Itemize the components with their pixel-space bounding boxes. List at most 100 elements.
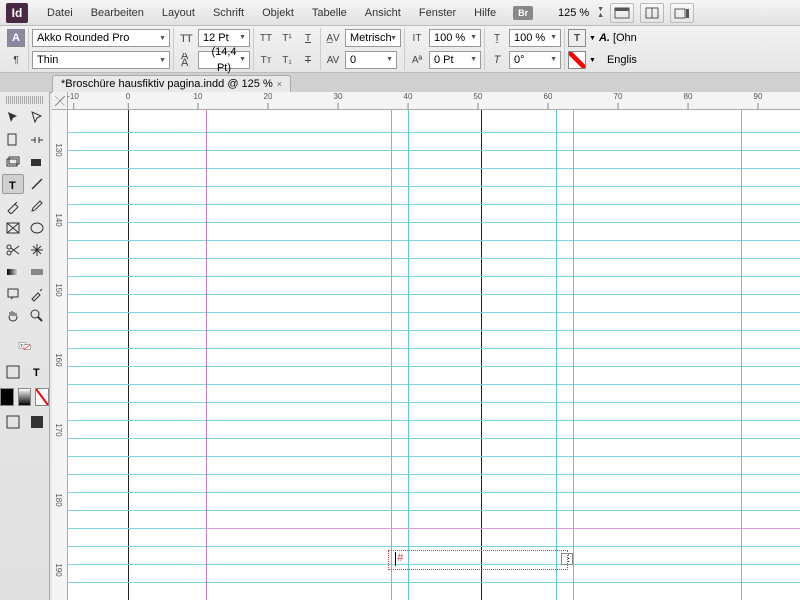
gradient-swatch-tool-icon[interactable] — [2, 262, 24, 282]
view-mode-preview-icon[interactable] — [26, 412, 48, 432]
ruler-tick: 160 — [54, 353, 63, 366]
strikethrough-icon[interactable]: T — [299, 51, 317, 69]
menu-fenster[interactable]: Fenster — [410, 7, 465, 19]
baseline-shift-input[interactable]: 0 Pt — [429, 51, 481, 69]
smallcaps-icon[interactable]: Tᴛ — [257, 51, 275, 69]
baseline-grid — [68, 348, 800, 349]
content-placer-icon[interactable] — [26, 152, 48, 172]
skew-input[interactable]: 0° — [509, 51, 561, 69]
page-number-marker: # — [397, 552, 403, 564]
paragraph-mode-icon[interactable]: ¶ — [7, 51, 25, 69]
baseline-shift-icon: Aª — [408, 51, 426, 69]
page-number-text-frame[interactable]: # — [388, 550, 568, 570]
menu-layout[interactable]: Layout — [153, 7, 204, 19]
menu-ansicht[interactable]: Ansicht — [356, 7, 410, 19]
allcaps-icon[interactable]: TT — [257, 29, 275, 47]
arrange-docs-icon[interactable] — [640, 3, 664, 23]
apply-none-swatch[interactable] — [35, 388, 49, 406]
tracking-input[interactable]: 0 — [345, 51, 397, 69]
note-tool-icon[interactable] — [2, 284, 24, 304]
document-tab-title: *Broschüre hausfiktiv pagina.indd @ 125 … — [61, 78, 273, 90]
skew-icon: T — [488, 51, 506, 69]
panel-grip[interactable] — [6, 96, 43, 104]
svg-text:A: A — [181, 57, 189, 67]
character-mode-icon[interactable]: A — [7, 29, 25, 47]
apply-color-swatch[interactable] — [0, 388, 14, 406]
font-style-dropdown[interactable]: Thin — [32, 51, 170, 69]
zoom-tool-icon[interactable] — [26, 306, 48, 326]
vscale-input[interactable]: 100 % — [429, 29, 481, 47]
superscript-icon[interactable]: T¹ — [278, 29, 296, 47]
fill-stroke-proxy-icon[interactable]: T — [2, 332, 48, 360]
document-canvas[interactable]: /*generated below via JS loop would be n… — [68, 110, 800, 600]
ellipse-tool-icon[interactable] — [26, 218, 48, 238]
ruler-tick: 40 — [404, 92, 413, 101]
formatting-text-icon[interactable]: T — [26, 362, 48, 382]
free-transform-tool-icon[interactable] — [26, 240, 48, 260]
chevron-down-icon: ▼▲ — [597, 7, 604, 19]
menu-objekt[interactable]: Objekt — [253, 7, 303, 19]
ruler-origin[interactable] — [52, 92, 68, 110]
gap-tool-icon[interactable] — [26, 130, 48, 150]
hscale-icon: Ṯ — [488, 29, 506, 47]
font-family-dropdown[interactable]: Akko Rounded Pro — [32, 29, 170, 47]
content-collector-icon[interactable] — [2, 152, 24, 172]
baseline-grid — [68, 402, 800, 403]
column-guide[interactable] — [556, 110, 557, 600]
fill-t-icon[interactable]: T — [568, 29, 586, 47]
menu-hilfe[interactable]: Hilfe — [465, 7, 505, 19]
column-guide[interactable] — [408, 110, 409, 600]
chevron-down-icon: ▼ — [589, 57, 596, 64]
kerning-dropdown[interactable]: Metrisch — [345, 29, 401, 47]
pen-tool-icon[interactable] — [2, 196, 24, 216]
bridge-icon[interactable]: Br — [513, 6, 533, 20]
apply-gradient-swatch[interactable] — [18, 388, 32, 406]
menu-bearbeiten[interactable]: Bearbeiten — [82, 7, 153, 19]
charstyle-label: [Ohn — [613, 32, 637, 44]
workspace-switcher-icon[interactable] — [670, 3, 694, 23]
baseline-grid — [68, 150, 800, 151]
scissors-tool-icon[interactable] — [2, 240, 24, 260]
menubar: Id Datei Bearbeiten Layout Schrift Objek… — [0, 0, 800, 26]
direct-selection-tool-icon[interactable] — [26, 108, 48, 128]
baseline-grid — [68, 510, 800, 511]
gradient-feather-tool-icon[interactable] — [26, 262, 48, 282]
menu-tabelle[interactable]: Tabelle — [303, 7, 356, 19]
underline-icon[interactable]: T — [299, 29, 317, 47]
line-tool-icon[interactable] — [26, 174, 48, 194]
baseline-grid — [68, 456, 800, 457]
stroke-none-icon[interactable] — [568, 51, 586, 69]
page-tool-icon[interactable] — [2, 130, 24, 150]
ruler-tick: 50 — [474, 92, 483, 101]
eyedropper-tool-icon[interactable] — [26, 284, 48, 304]
ruler-tick: 190 — [54, 563, 63, 576]
menu-datei[interactable]: Datei — [38, 7, 82, 19]
type-tool-icon[interactable]: T — [2, 174, 24, 194]
column-guide[interactable] — [741, 110, 742, 600]
pencil-tool-icon[interactable] — [26, 196, 48, 216]
svg-text:T: T — [9, 180, 16, 192]
horizontal-ruler[interactable]: -10 0 10 20 30 40 50 60 70 80 90 — [68, 92, 800, 110]
vertical-ruler[interactable]: 130 140 150 160 170 180 190 — [52, 110, 68, 600]
close-icon[interactable]: × — [277, 79, 282, 89]
column-guide[interactable] — [391, 110, 392, 600]
screen-mode-icon[interactable] — [610, 3, 634, 23]
hscale-input[interactable]: 100 % — [509, 29, 561, 47]
document-tab[interactable]: *Broschüre hausfiktiv pagina.indd @ 125 … — [52, 75, 291, 92]
view-mode-normal-icon[interactable] — [2, 412, 24, 432]
menu-schrift[interactable]: Schrift — [204, 7, 253, 19]
rectangle-frame-tool-icon[interactable] — [2, 218, 24, 238]
formatting-container-icon[interactable] — [2, 362, 24, 382]
column-guide[interactable] — [573, 110, 574, 600]
subscript-icon[interactable]: T₁ — [278, 51, 296, 69]
ruler-tick: -10 — [67, 92, 79, 101]
out-port-icon[interactable] — [561, 553, 573, 565]
margin-guide-bottom[interactable] — [206, 528, 800, 529]
leading-input[interactable]: (14,4 Pt) — [198, 51, 250, 69]
tools-panel: T T T — [0, 92, 50, 600]
hand-tool-icon[interactable] — [2, 306, 24, 326]
margin-guide[interactable] — [206, 110, 207, 600]
text-cursor — [395, 552, 396, 566]
selection-tool-icon[interactable] — [2, 108, 24, 128]
zoom-level-dropdown[interactable]: 125 % ▼▲ — [543, 7, 604, 19]
